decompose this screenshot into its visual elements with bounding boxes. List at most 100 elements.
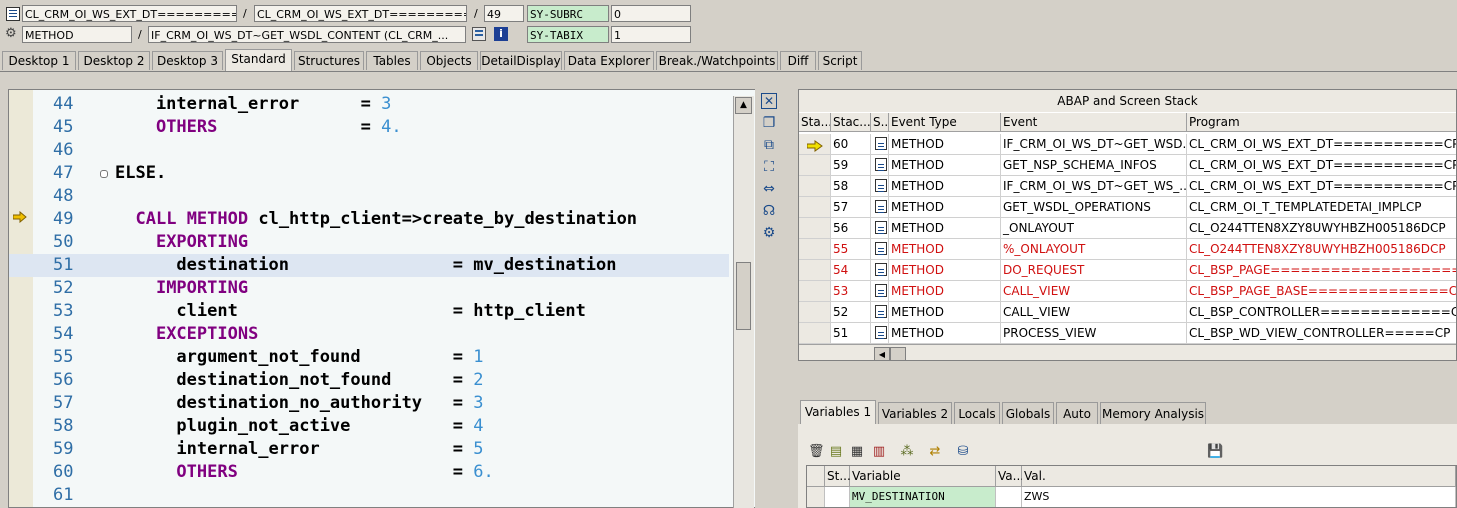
stack-program-cell: CL_CRM_OI_T_TEMPLATEDETAI_IMPLCP xyxy=(1187,197,1456,218)
stack-row[interactable]: 56 METHOD _ONLAYOUT CL_O244TTEN8XZY8UWYHBZH… xyxy=(799,218,1456,239)
tab-script[interactable]: Script xyxy=(818,51,862,70)
tab-variables-2[interactable]: Variables 2 xyxy=(878,402,952,424)
line-number: 47 xyxy=(53,163,74,183)
var-col-value[interactable]: Val. xyxy=(1022,466,1456,487)
var-col-value-type[interactable]: Va... xyxy=(996,466,1024,487)
code-line[interactable]: 48 xyxy=(9,185,729,208)
tab-standard[interactable]: Standard xyxy=(225,49,292,71)
tab-desktop-3[interactable]: Desktop 3 xyxy=(152,51,223,70)
structure-icon[interactable]: ⁂ xyxy=(899,444,915,460)
program-field[interactable]: CL_CRM_OI_WS_EXT_DT===========... xyxy=(22,5,237,22)
tab-variables-1[interactable]: Variables 1 xyxy=(800,400,876,425)
navigate-icon[interactable] xyxy=(472,27,486,41)
source-code-editor[interactable]: 44 internal_error = 3 45 OTHERS = 4. 46 47 E… xyxy=(8,89,755,508)
editor-vertical-scrollbar[interactable]: ▲ xyxy=(733,96,754,508)
tab-desktop-1[interactable]: Desktop 1 xyxy=(2,51,76,70)
stack-col-status[interactable]: Sta... xyxy=(799,113,831,132)
stack-col-event[interactable]: Event xyxy=(1001,113,1187,132)
stack-col-program[interactable]: Program xyxy=(1187,113,1456,132)
sy-subrc-value[interactable]: 0 xyxy=(611,5,691,22)
stack-row[interactable]: 55 METHOD %_ONLAYOUT CL_O244TTEN8XZY8UWYHBZ… xyxy=(799,239,1456,260)
tab-breakpoints[interactable]: Break./Watchpoints xyxy=(656,51,778,70)
tab-diff[interactable]: Diff xyxy=(780,51,816,70)
var-col-select[interactable] xyxy=(807,466,825,487)
delete-icon[interactable]: 🗑 xyxy=(808,444,825,460)
stack-row[interactable]: 53 METHOD CALL_VIEW CL_BSP_PAGE_BASE=======… xyxy=(799,281,1456,302)
tab-locals[interactable]: Locals xyxy=(954,402,1000,424)
resize-horizontal-icon[interactable]: ⇔ xyxy=(761,181,777,197)
save-icon[interactable]: 💾 xyxy=(1207,444,1223,460)
include-field[interactable]: CL_CRM_OI_WS_EXT_DT==========... xyxy=(254,5,467,22)
stack-row[interactable]: 51 METHOD PROCESS_VIEW CL_BSP_WD_VIEW_CONTR… xyxy=(799,323,1456,344)
code-line[interactable]: 59 internal_error = 5 xyxy=(9,438,729,461)
folder-icon[interactable]: ⛁ xyxy=(955,444,971,460)
maximize-icon[interactable]: ⛶ xyxy=(761,159,777,175)
line-number-field[interactable]: 49 xyxy=(484,5,524,22)
tab-auto[interactable]: Auto xyxy=(1056,402,1098,424)
variable-value[interactable]: ZWS xyxy=(1022,487,1456,507)
stack-row[interactable]: 59 METHOD GET_NSP_SCHEMA_INFOS CL_CRM_OI_WS… xyxy=(799,155,1456,176)
code-line[interactable]: 58 plugin_not_active = 4 xyxy=(9,415,729,438)
insert-row-icon[interactable]: ▤ xyxy=(828,444,844,460)
code-line[interactable]: 52 IMPORTING xyxy=(9,277,729,300)
tab-detail-display[interactable]: DetailDisplay xyxy=(480,51,562,70)
info-icon[interactable]: i xyxy=(494,27,508,41)
variable-name-input[interactable]: MV_DESTINATION xyxy=(850,487,996,507)
code-line[interactable]: 56 destination_not_found = 2 xyxy=(9,369,729,392)
code-line[interactable]: 53 client = http_client xyxy=(9,300,729,323)
stack-col-level[interactable]: Stac... xyxy=(831,113,871,132)
new-window-icon[interactable]: ❐ xyxy=(761,115,777,131)
tab-data-explorer[interactable]: Data Explorer xyxy=(564,51,654,70)
stack-horizontal-scrollbar[interactable]: ◀ xyxy=(799,344,1456,360)
code-line[interactable]: 49 CALL METHOD cl_http_client=>create_by… xyxy=(9,208,729,231)
code-line[interactable]: 47 ELSE. xyxy=(9,162,729,185)
tab-memory-analysis[interactable]: Memory Analysis xyxy=(1100,402,1206,424)
line-number: 48 xyxy=(53,186,74,206)
sy-tabix-label: SY-TABIX xyxy=(527,26,609,43)
code-line[interactable]: 45 OTHERS = 4. xyxy=(9,116,729,139)
tab-structures[interactable]: Structures xyxy=(294,51,364,70)
stack-row[interactable]: 52 METHOD CALL_VIEW CL_BSP_CONTROLLER======… xyxy=(799,302,1456,323)
code-line[interactable]: 51 destination = mv_destination xyxy=(9,254,729,277)
code-line[interactable]: 44 internal_error = 3 xyxy=(9,93,729,116)
headset-icon[interactable]: ☊ xyxy=(761,203,777,219)
tab-tables[interactable]: Tables xyxy=(366,51,418,70)
stack-row[interactable]: 54 METHOD DO_REQUEST CL_BSP_PAGE===========… xyxy=(799,260,1456,281)
stack-status-cell xyxy=(799,260,831,281)
tab-globals[interactable]: Globals xyxy=(1002,402,1054,424)
stack-col-event-type[interactable]: Event Type xyxy=(889,113,1001,132)
line-number: 49 xyxy=(53,209,74,229)
var-row-selector[interactable] xyxy=(807,487,825,507)
code-line[interactable]: 57 destination_no_authority = 3 xyxy=(9,392,729,415)
scroll-up-button[interactable]: ▲ xyxy=(735,97,752,114)
stack-row[interactable]: 57 METHOD GET_WSDL_OPERATIONS CL_CRM_OI_T_T… xyxy=(799,197,1456,218)
export-icon[interactable]: ⇄ xyxy=(927,444,943,460)
tab-objects[interactable]: Objects xyxy=(420,51,478,70)
method-name-field[interactable]: IF_CRM_OI_WS_DT~GET_WSDL_CONTENT (CL_CRM… xyxy=(148,26,466,43)
scroll-left-button[interactable]: ◀ xyxy=(874,347,890,360)
line-number: 53 xyxy=(53,301,74,321)
code-line[interactable]: 61 xyxy=(9,484,729,507)
stack-col-s[interactable]: S... xyxy=(871,113,889,132)
code-line[interactable]: 55 argument_not_found = 1 xyxy=(9,346,729,369)
scroll-thumb[interactable] xyxy=(890,347,906,360)
code-line[interactable]: 50 EXPORTING xyxy=(9,231,729,254)
stack-event-cell: CALL_VIEW xyxy=(1001,302,1187,323)
var-col-variable[interactable]: Variable xyxy=(850,466,996,487)
code-line[interactable]: 46 xyxy=(9,139,729,162)
code-line[interactable]: 54 EXCEPTIONS xyxy=(9,323,729,346)
scroll-thumb[interactable] xyxy=(736,262,751,330)
event-type-field[interactable]: METHOD xyxy=(22,26,132,43)
stack-status-cell xyxy=(799,281,831,302)
settings-icon[interactable]: ⚙ xyxy=(761,225,777,241)
list-icon[interactable]: ▦ xyxy=(849,444,865,460)
sy-tabix-value[interactable]: 1 xyxy=(611,26,691,43)
stack-row[interactable]: 60 METHOD IF_CRM_OI_WS_DT~GET_WSD... CL_CRM… xyxy=(799,134,1456,155)
var-col-status[interactable]: St... xyxy=(825,466,851,487)
tab-desktop-2[interactable]: Desktop 2 xyxy=(78,51,150,70)
close-icon[interactable]: ✕ xyxy=(761,93,777,109)
swap-icon[interactable]: ⧉ xyxy=(761,137,777,153)
stack-row[interactable]: 58 METHOD IF_CRM_OI_WS_DT~GET_WS_... CL_CRM… xyxy=(799,176,1456,197)
table-icon[interactable]: ▥ xyxy=(871,444,887,460)
code-line[interactable]: 60 OTHERS = 6. xyxy=(9,461,729,484)
